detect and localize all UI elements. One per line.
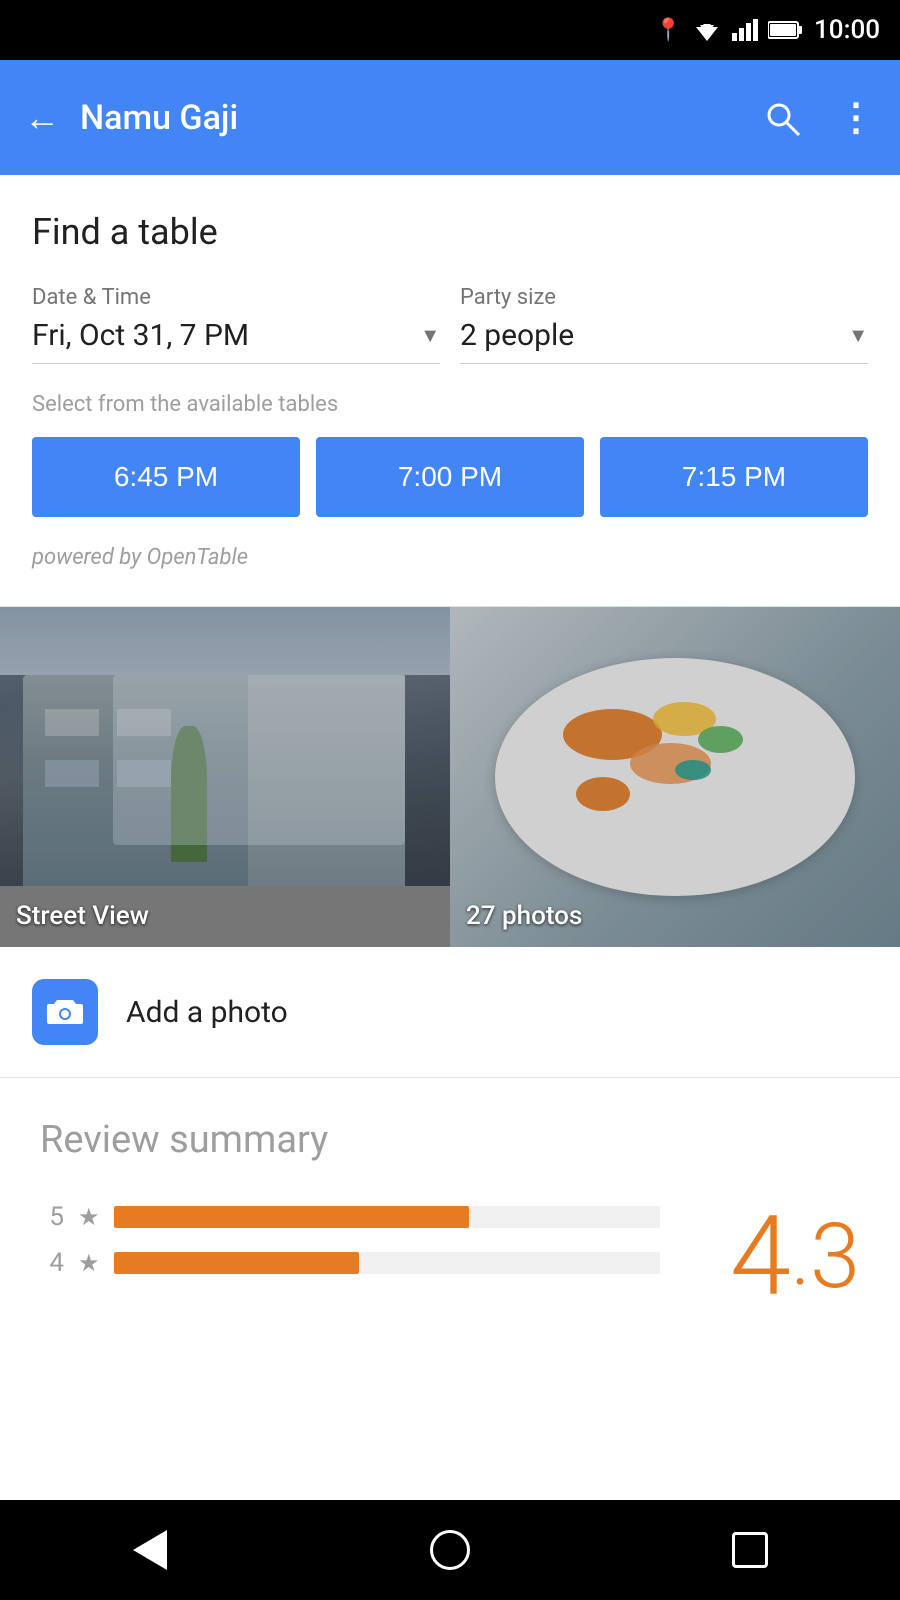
add-photo-row[interactable]: Add a photo [0, 947, 900, 1077]
rating-whole-number: 4 [730, 1202, 791, 1312]
date-time-label: Date & Time [32, 285, 440, 310]
back-nav-icon [133, 1530, 167, 1570]
add-photo-label: Add a photo [126, 995, 288, 1030]
bar-track-4 [114, 1252, 660, 1274]
time-slot-button-700pm[interactable]: 7:00 PM [316, 437, 584, 517]
date-time-value: Fri, Oct 31, 7 PM [32, 318, 249, 353]
table-fields: Date & Time Fri, Oct 31, 7 PM ▼ Party si… [32, 285, 868, 364]
star-icon-5: ★ [78, 1203, 100, 1231]
review-and-rating: 5 ★ 4 ★ 4 . 3 [40, 1202, 860, 1312]
party-size-dropdown[interactable]: 2 people ▼ [460, 318, 868, 364]
star-icon-4: ★ [78, 1249, 100, 1277]
street-view-tile[interactable]: Street View [0, 607, 450, 947]
date-time-field: Date & Time Fri, Oct 31, 7 PM ▼ [32, 285, 440, 364]
app-bar: ← Namu Gaji ⋮ [0, 60, 900, 175]
time-slot-button-645pm[interactable]: 6:45 PM [32, 437, 300, 517]
party-size-field: Party size 2 people ▼ [460, 285, 868, 364]
powered-by-label: powered by OpenTable [32, 545, 868, 570]
app-bar-title: Namu Gaji [80, 98, 743, 138]
rating-bar-5: 5 ★ [40, 1202, 660, 1232]
bar-label-5: 5 [40, 1202, 64, 1232]
photos-count-label: 27 photos [466, 901, 582, 931]
date-time-dropdown[interactable]: Fri, Oct 31, 7 PM ▼ [32, 318, 440, 364]
camera-svg-icon [45, 992, 85, 1032]
bar-track-5 [114, 1206, 660, 1228]
status-icons: 📍 10:00 [655, 15, 880, 45]
available-tables-label: Select from the available tables [32, 392, 868, 417]
status-time: 10:00 [814, 15, 880, 45]
location-icon: 📍 [655, 18, 682, 43]
signal-icon [732, 19, 758, 41]
rating-bar-4: 4 ★ [40, 1248, 660, 1278]
photo-gallery: Street View [0, 607, 900, 947]
wifi-icon [692, 19, 722, 41]
rating-decimal-number: 3 [810, 1212, 860, 1302]
rating-bars: 5 ★ 4 ★ [40, 1202, 660, 1312]
bottom-nav [0, 1500, 900, 1600]
more-menu-button[interactable]: ⋮ [837, 95, 876, 140]
street-view-label: Street View [16, 901, 149, 931]
review-section: Review summary 5 ★ 4 ★ [0, 1078, 900, 1312]
find-table-section: Find a table Date & Time Fri, Oct 31, 7 … [0, 175, 900, 606]
bar-fill-5 [114, 1206, 469, 1228]
battery-icon [768, 20, 804, 40]
home-nav-icon [430, 1530, 470, 1570]
party-size-value: 2 people [460, 318, 574, 353]
back-button[interactable]: ← [24, 97, 60, 139]
rating-dot: . [791, 1210, 810, 1304]
search-icon[interactable] [763, 99, 801, 137]
camera-icon [32, 979, 98, 1045]
review-summary-title: Review summary [40, 1118, 860, 1162]
find-table-title: Find a table [32, 211, 868, 253]
back-nav-button[interactable] [120, 1520, 180, 1580]
bar-fill-4 [114, 1252, 360, 1274]
recent-nav-button[interactable] [720, 1520, 780, 1580]
overall-rating-display: 4 . 3 [660, 1202, 860, 1312]
home-nav-button[interactable] [420, 1520, 480, 1580]
party-size-arrow-icon: ▼ [848, 323, 868, 348]
main-content: Find a table Date & Time Fri, Oct 31, 7 … [0, 175, 900, 1312]
time-slot-buttons: 6:45 PM 7:00 PM 7:15 PM [32, 437, 868, 517]
bar-label-4: 4 [40, 1248, 64, 1278]
food-photo-tile[interactable]: 27 photos [450, 607, 900, 947]
recent-nav-icon [732, 1532, 768, 1568]
party-size-label: Party size [460, 285, 868, 310]
status-bar: 📍 10:00 [0, 0, 900, 60]
date-time-arrow-icon: ▼ [420, 323, 440, 348]
time-slot-button-715pm[interactable]: 7:15 PM [600, 437, 868, 517]
